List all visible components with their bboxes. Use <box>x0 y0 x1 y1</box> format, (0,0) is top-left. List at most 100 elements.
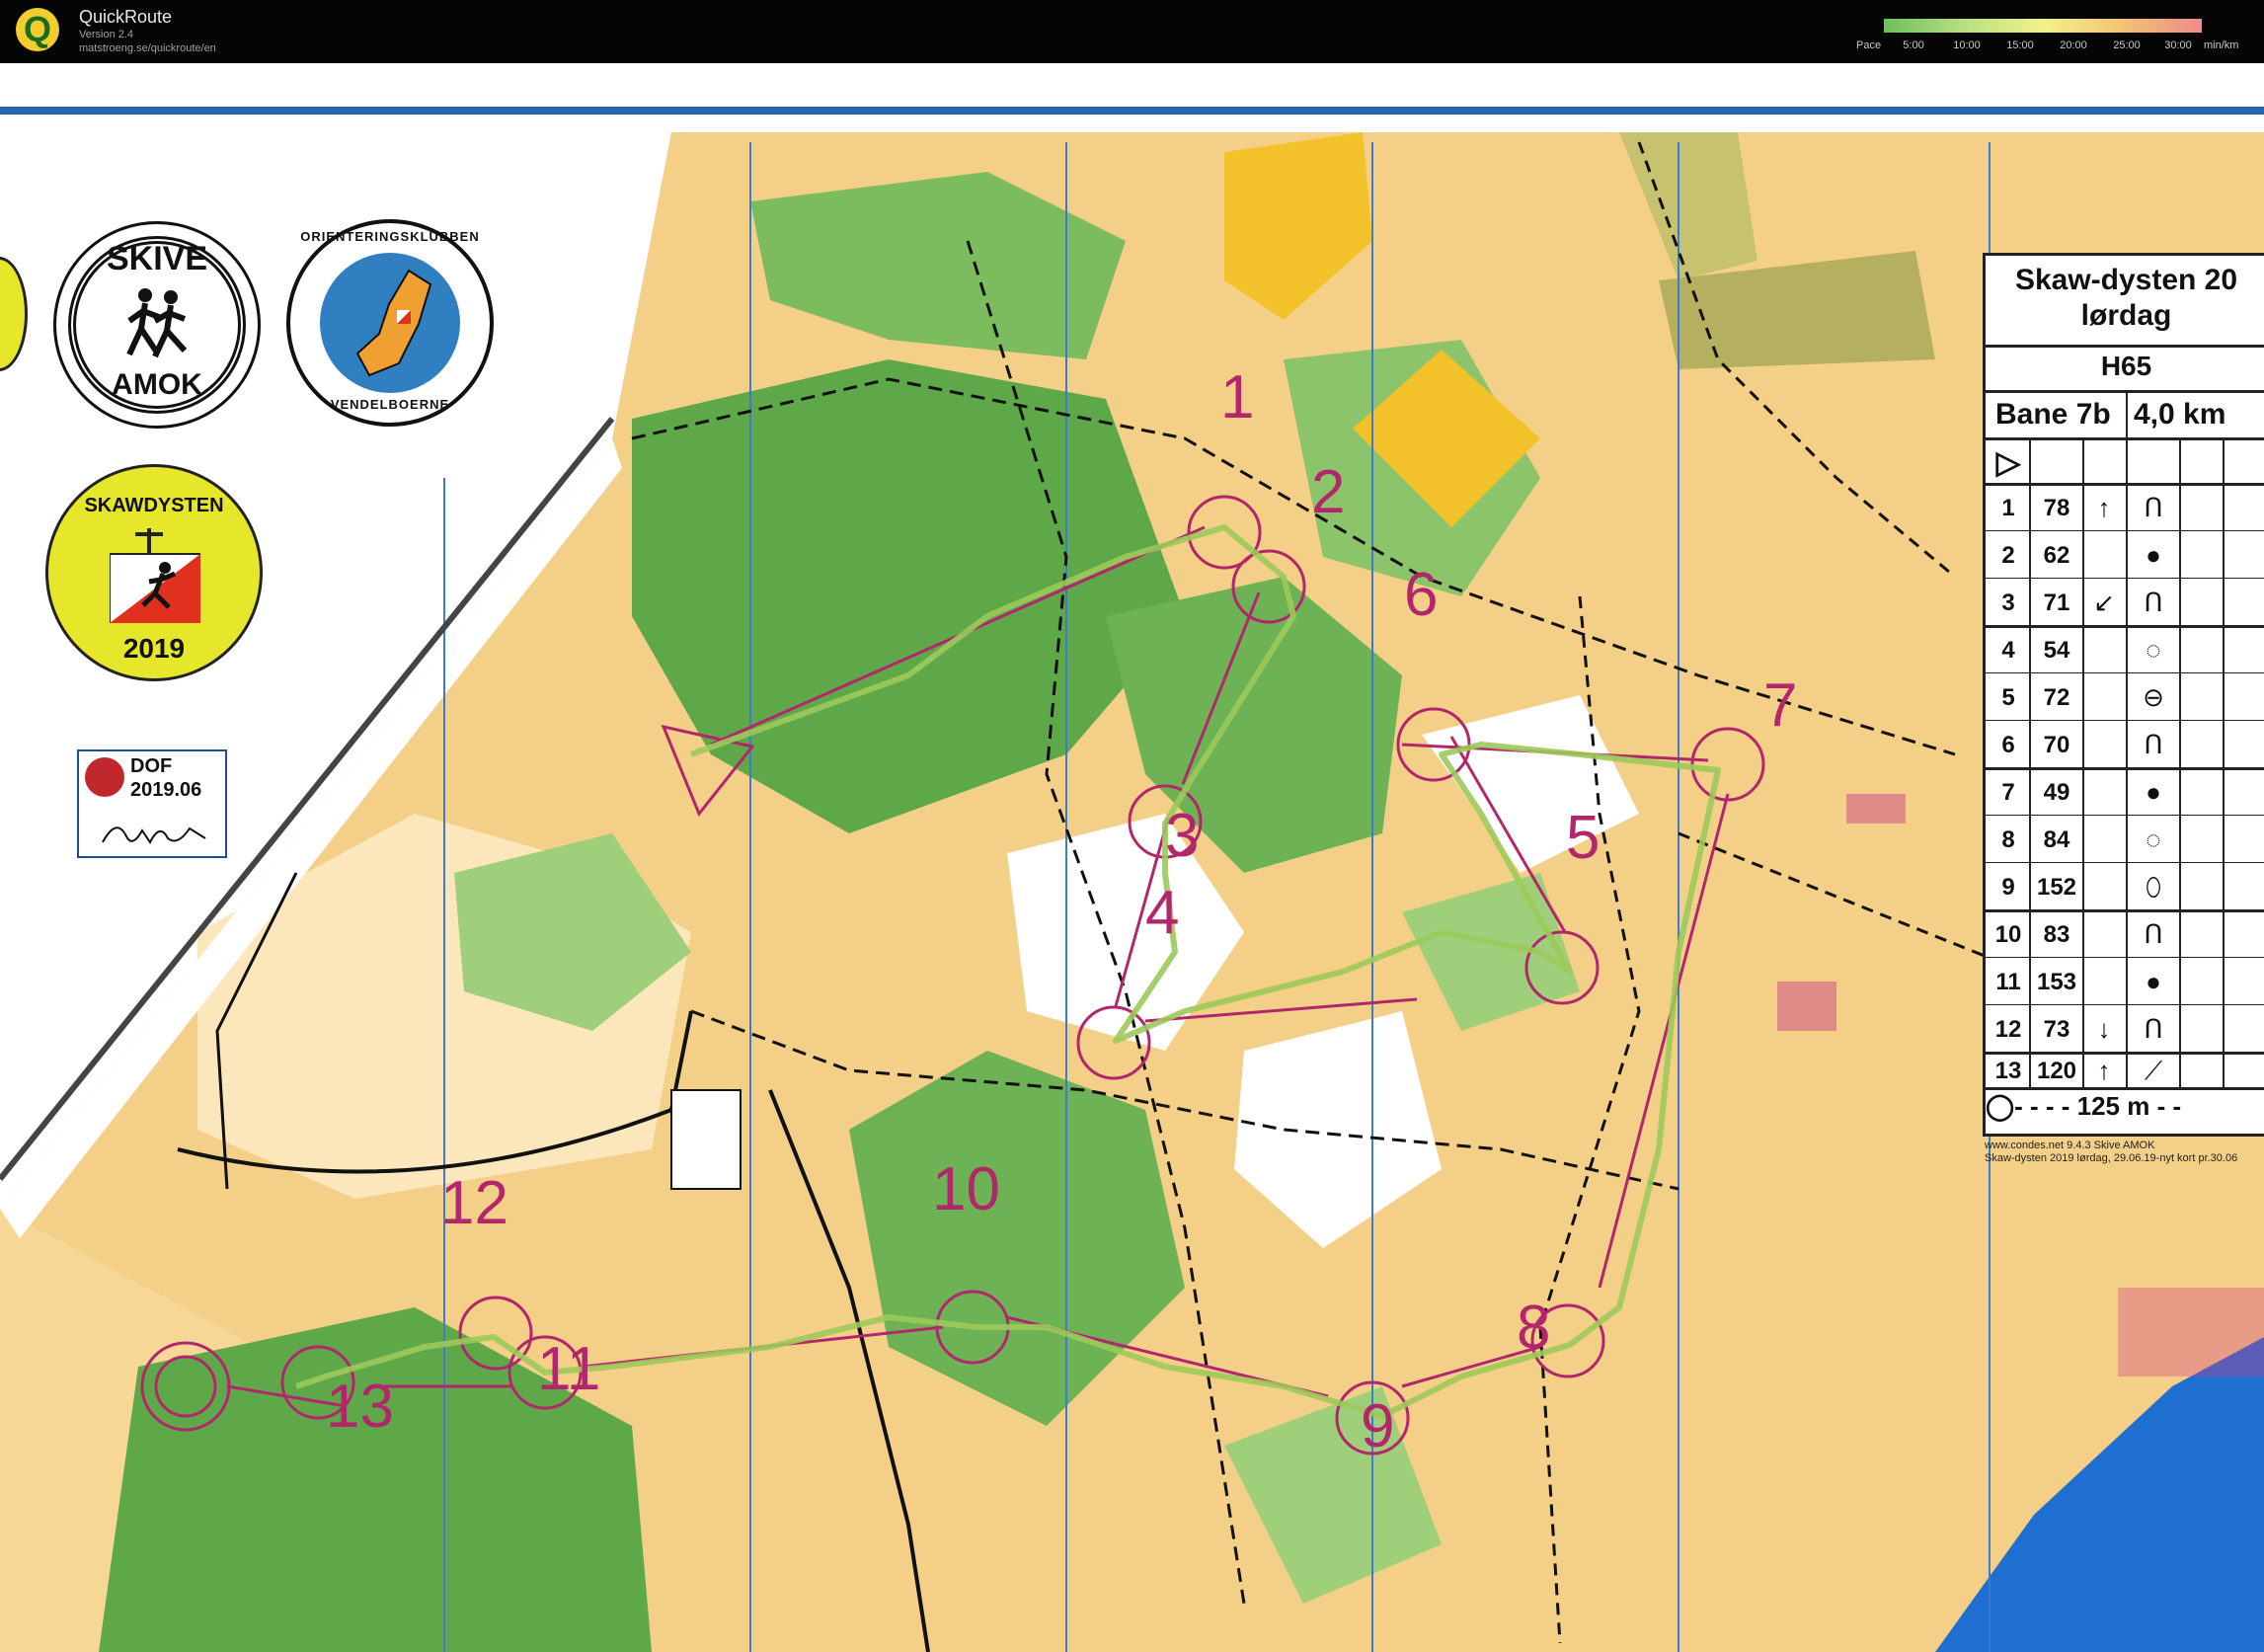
dof-logo-icon <box>85 757 124 797</box>
cd-column-line <box>2223 437 2225 1087</box>
cd-row-num: 5 <box>2001 684 2015 711</box>
cd-start-symbol: ▷ <box>1995 444 2021 480</box>
stamp-text: 2019.06 <box>130 779 202 801</box>
pace-unit: min/km <box>2204 39 2239 51</box>
app-name: QuickRoute <box>79 7 173 27</box>
cd-row-num: 8 <box>2001 826 2015 853</box>
logo-text: ORIENTERINGSKLUBBEN <box>300 229 480 244</box>
control-label: 5 <box>1566 804 1600 872</box>
pace-legend: Pace 5:00 10:00 15:00 20:00 25:00 30:00 … <box>1856 16 2256 61</box>
pace-tick: 5:00 <box>1903 39 1924 51</box>
cd-divider <box>1986 1087 2264 1090</box>
cd-title: Skaw-dysten 20 <box>2014 264 2238 296</box>
cd-column-line <box>2179 437 2181 1087</box>
stamp-text: DOF <box>130 755 173 777</box>
dof-approval-stamp: DOF 2019.06 <box>77 749 227 858</box>
signature-icon <box>102 826 206 844</box>
cd-row-code: 70 <box>2043 732 2070 758</box>
cd-row-code: 152 <box>2036 874 2077 901</box>
cd-row-code: 73 <box>2043 1016 2070 1043</box>
forbidden-area <box>1777 982 1836 1031</box>
cd-row-code: 153 <box>2036 969 2077 995</box>
logo-text: 2019 <box>122 633 186 664</box>
cd-row-num: 13 <box>1994 1058 2022 1084</box>
cd-row-symbol: ⊖ <box>2143 682 2164 712</box>
cd-row-num: 4 <box>2001 637 2015 664</box>
control-label: 12 <box>440 1169 508 1237</box>
cd-course: Bane 7b <box>1995 398 2111 431</box>
cd-row-code: 49 <box>2043 779 2070 806</box>
forbidden-area <box>1846 794 1906 824</box>
cd-row-symbol: ᑎ <box>2144 730 2163 759</box>
cd-row-num: 9 <box>2001 874 2015 901</box>
cd-row-symbol: ◌ <box>2146 825 2161 854</box>
skawdysten-logo: SKAWDYSTEN 2019 <box>45 464 263 681</box>
skive-amok-logo: SKIVE AMOK <box>53 221 261 429</box>
cd-row-num: 6 <box>2001 732 2015 758</box>
orienteringsklubben-logo: ORIENTERINGSKLUBBEN VENDELBOERNE <box>286 219 494 427</box>
pace-legend-label: Pace <box>1856 39 1882 51</box>
control-label: 11 <box>537 1335 601 1403</box>
cd-title: lørdag <box>2080 299 2172 332</box>
pace-color-scale <box>1884 19 2202 33</box>
control-label: 7 <box>1763 671 1798 740</box>
app-url[interactable]: matstroeng.se/quickroute/en <box>79 42 216 54</box>
pace-tick: 30:00 <box>2164 39 2192 51</box>
cd-length: 4,0 km <box>2134 398 2226 431</box>
logo-text: SKAWDYSTEN <box>84 495 224 516</box>
cd-row-symbol: ◌ <box>2146 635 2161 665</box>
cd-divider <box>1986 390 2264 393</box>
control-label: 9 <box>1361 1392 1395 1460</box>
control-label: 4 <box>1145 879 1180 947</box>
cd-row-symbol: ᑎ <box>2144 1014 2163 1044</box>
control-label: 10 <box>932 1155 1000 1223</box>
app-title-bar: Q QuickRoute Version 2.4 matstroeng.se/q… <box>0 0 2264 63</box>
cd-class: H65 <box>2100 351 2152 381</box>
cd-row-num: 1 <box>2001 495 2015 521</box>
logo-text: VENDELBOERNE <box>330 397 450 412</box>
control-label: 6 <box>1404 561 1439 629</box>
cd-column-line <box>2082 437 2084 1087</box>
control-label: 1 <box>1220 363 1255 432</box>
cd-divider <box>1986 345 2264 348</box>
cd-row-num: 2 <box>2001 542 2015 569</box>
map-top-border <box>0 107 2264 115</box>
runners-icon <box>126 288 188 358</box>
orienteering-flag-icon <box>110 528 200 623</box>
map-shape-icon <box>355 269 432 377</box>
cd-row-symbol: ᑎ <box>2144 493 2163 522</box>
cd-row-direction: ↑ <box>2097 1056 2111 1085</box>
cd-row-num: 11 <box>1995 969 2021 995</box>
cd-row-code: 62 <box>2043 542 2070 569</box>
cd-footer: Skaw-dysten 2019 lørdag, 29.06.19-nyt ko… <box>1985 1152 2238 1164</box>
cd-row-code: 84 <box>2043 826 2070 853</box>
app-version: Version 2.4 <box>79 29 134 40</box>
cd-row-symbol: ᑎ <box>2144 919 2163 949</box>
control-label: 2 <box>1311 458 1346 526</box>
cd-row-code: 54 <box>2043 637 2070 664</box>
cd-row-symbol: ⬯ <box>2145 872 2162 902</box>
control-label: 13 <box>326 1373 394 1441</box>
cd-row-code: 72 <box>2043 684 2070 711</box>
control-description-sheet: Skaw-dysten 20 lørdag H65 Bane 7b 4,0 km… <box>1983 253 2264 1137</box>
pace-tick: 25:00 <box>2113 39 2141 51</box>
logo-text: SKIVE <box>106 240 208 277</box>
cd-row-code: 120 <box>2036 1058 2077 1084</box>
cd-footer: www.condes.net 9.4.3 Skive AMOK <box>1985 1140 2155 1151</box>
cd-row-symbol: ● <box>2146 540 2161 570</box>
cd-row-num: 7 <box>2001 779 2015 806</box>
cd-row-code: 71 <box>2043 590 2070 616</box>
cd-row-symbol: ⟋ <box>2144 1056 2163 1085</box>
orienteering-map[interactable]: 1 2 3 4 5 6 7 8 9 10 11 12 13 SKIVE AMOK… <box>0 63 2264 1652</box>
cd-finish-distance: ◯- - - - 125 m - - <box>1986 1091 2182 1121</box>
forbidden-area <box>2118 1288 2264 1377</box>
logo-text: AMOK <box>112 368 202 401</box>
pace-tick: 15:00 <box>2006 39 2034 51</box>
control-label: 8 <box>1517 1294 1551 1362</box>
cd-row-direction: ↑ <box>2097 493 2111 522</box>
cd-column-line <box>2126 390 2128 1087</box>
cd-row-code: 78 <box>2043 495 2070 521</box>
cd-row-num: 12 <box>1994 1016 2022 1043</box>
cd-row-symbol: ᑎ <box>2144 588 2163 617</box>
control-label: 3 <box>1165 802 1200 870</box>
